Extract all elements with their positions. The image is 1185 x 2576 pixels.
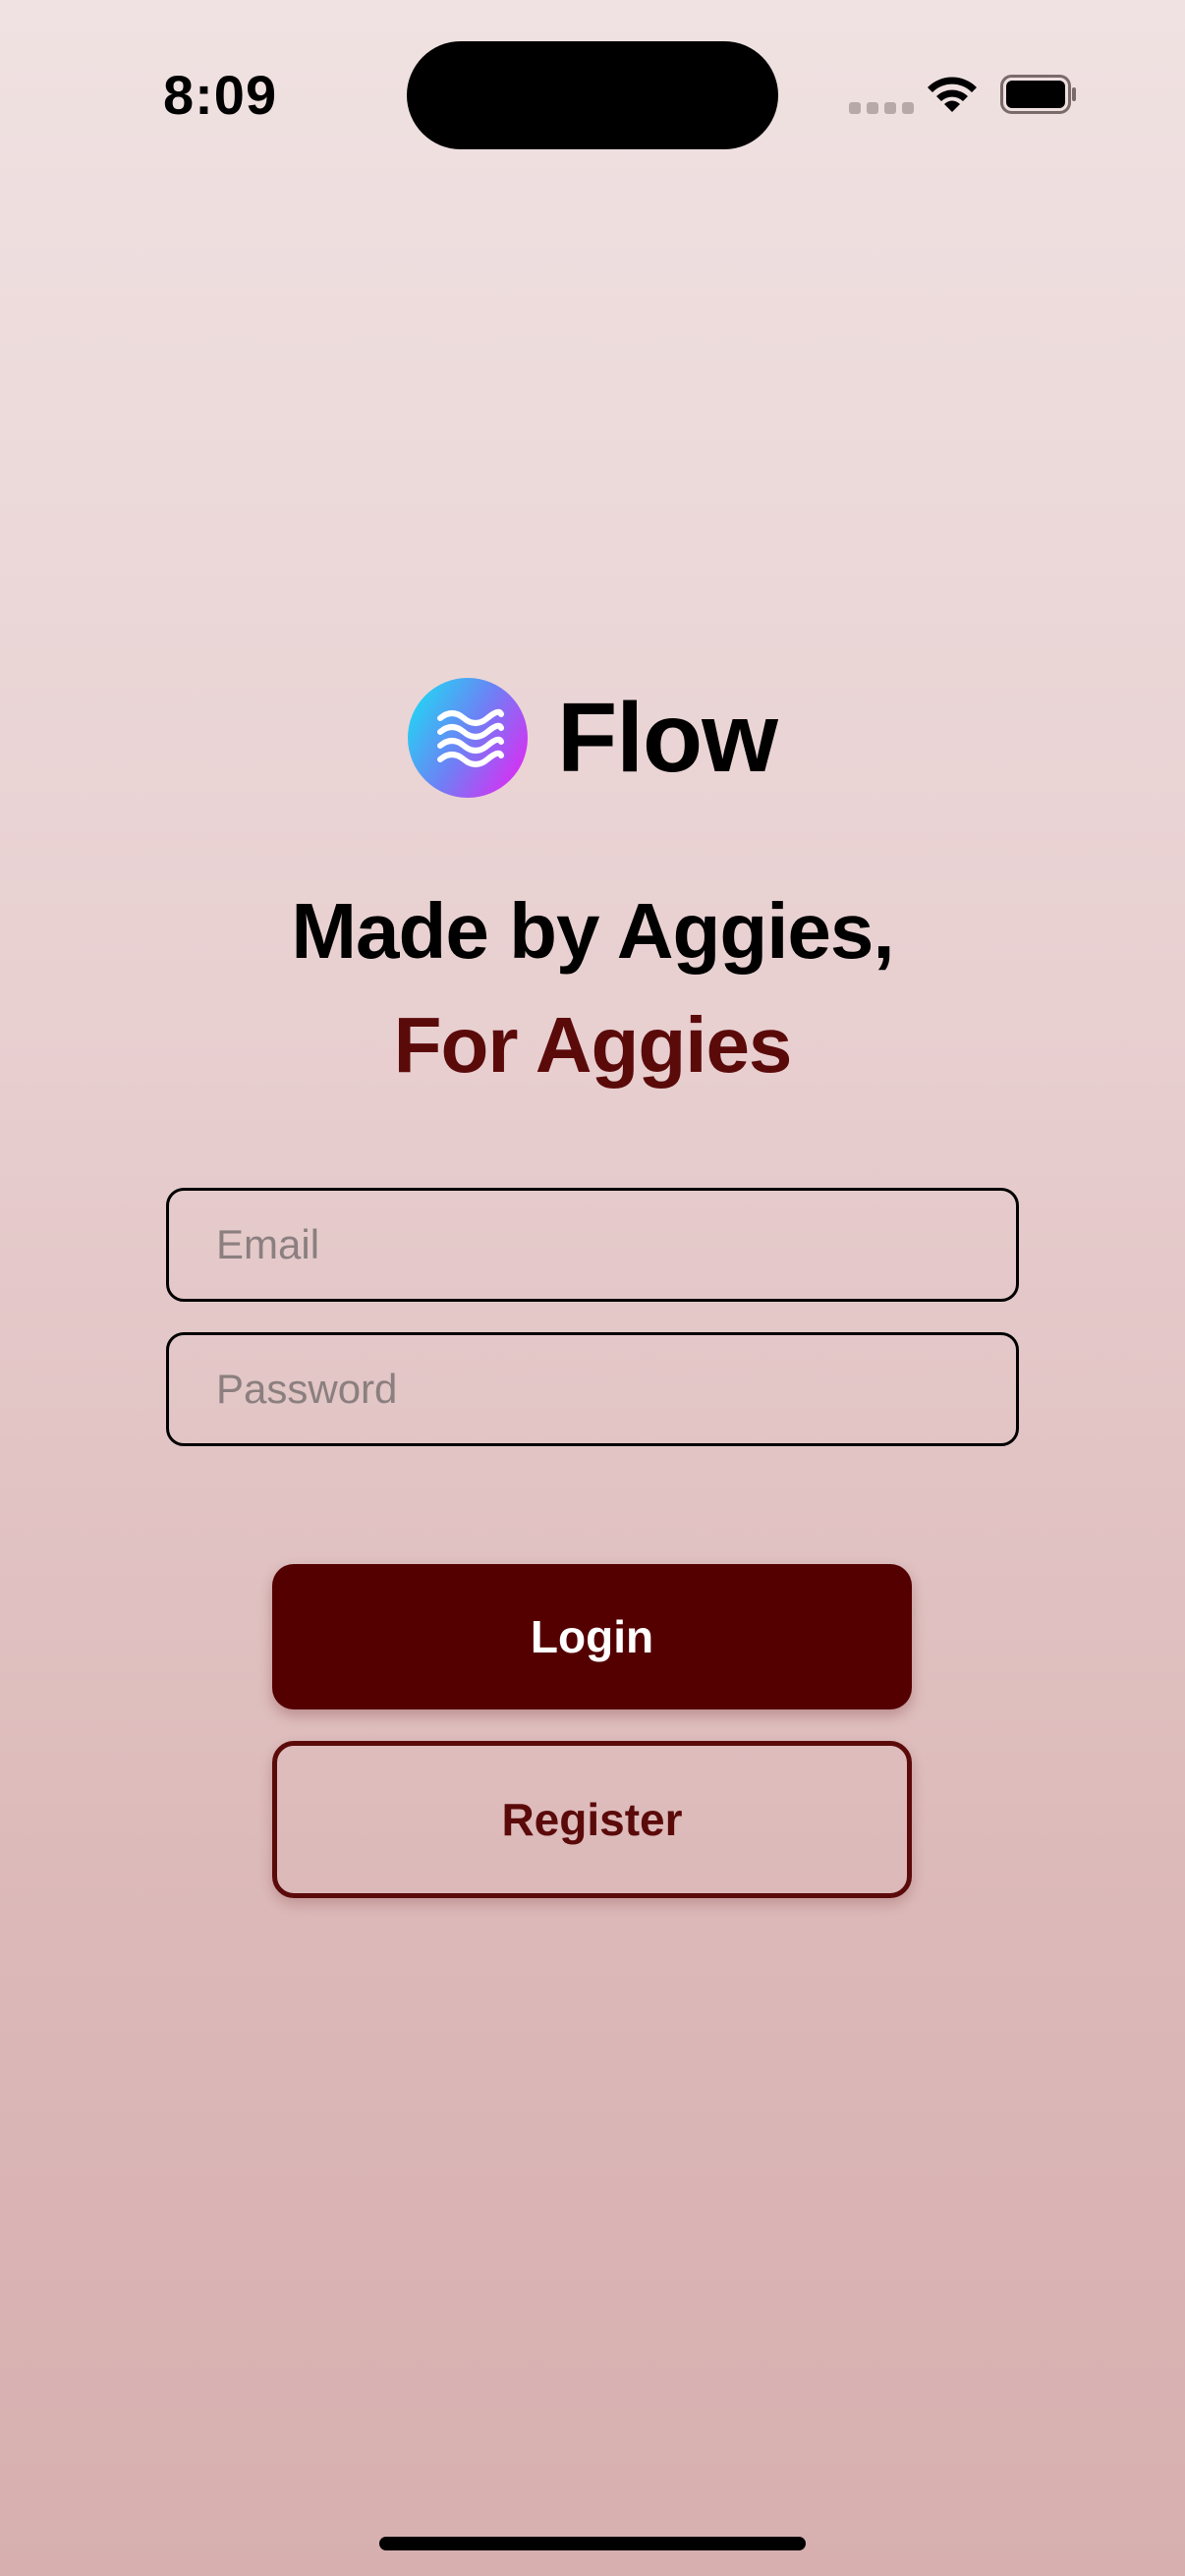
tagline-line-2: For Aggies	[393, 1001, 793, 1089]
password-field[interactable]	[166, 1332, 1019, 1446]
status-time: 8:09	[163, 64, 278, 126]
waves-icon	[408, 678, 529, 798]
cellular-signal-icon	[849, 102, 914, 114]
wifi-icon	[928, 77, 977, 112]
login-button[interactable]: Login	[272, 1564, 912, 1709]
email-field[interactable]	[166, 1188, 1019, 1302]
brand-header: Flow	[0, 678, 1185, 798]
home-indicator[interactable]	[379, 2537, 806, 2550]
battery-icon	[1000, 75, 1076, 114]
register-button[interactable]: Register	[272, 1741, 912, 1898]
app-name: Flow	[557, 682, 778, 793]
dynamic-island	[407, 41, 778, 149]
tagline-line-1: Made by Aggies,	[291, 887, 894, 975]
